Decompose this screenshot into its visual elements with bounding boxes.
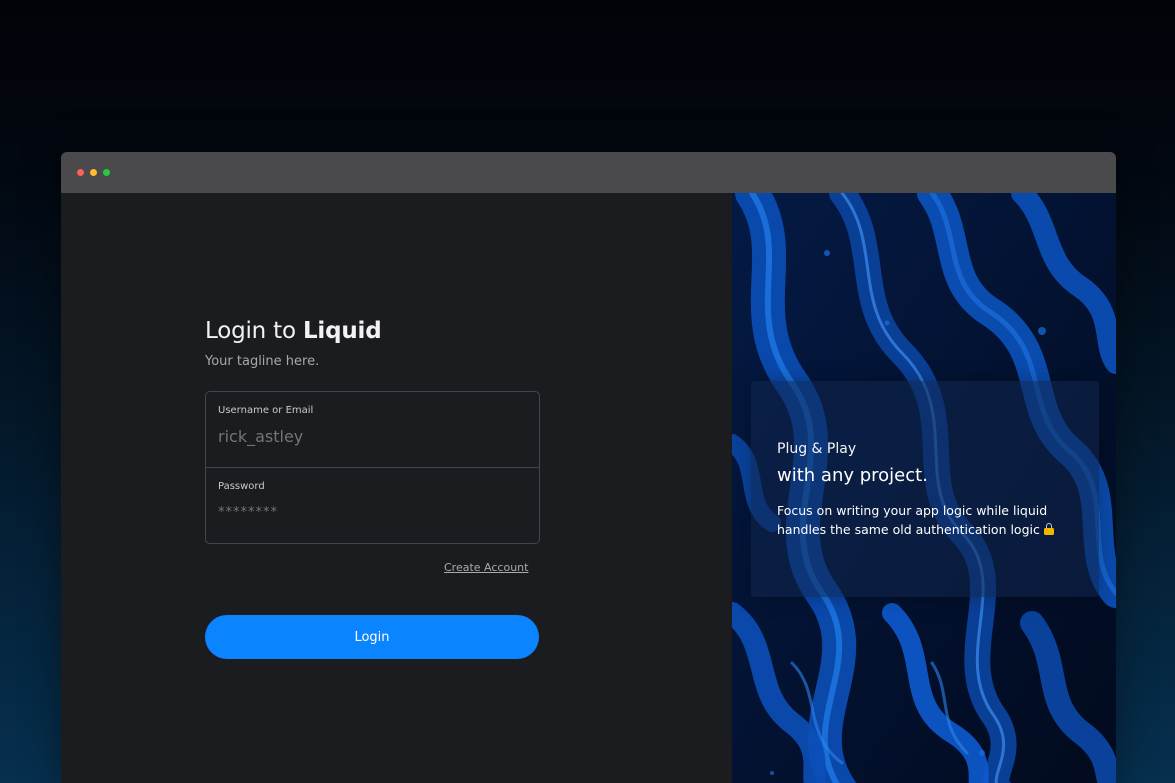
promo-description: Focus on writing your app logic while li…	[777, 501, 1077, 539]
close-window-button[interactable]	[77, 169, 84, 176]
maximize-window-button[interactable]	[103, 169, 110, 176]
promo-description-text: Focus on writing your app logic while li…	[777, 503, 1048, 537]
lock-icon	[1043, 523, 1054, 535]
promo-heading-small: Plug & Play	[777, 441, 857, 457]
login-heading: Login to Liquid	[205, 318, 382, 344]
tagline: Your tagline here.	[205, 354, 320, 369]
promo-card: Plug & Play with any project. Focus on w…	[751, 381, 1099, 597]
promo-panel: Plug & Play with any project. Focus on w…	[732, 193, 1116, 783]
minimize-window-button[interactable]	[90, 169, 97, 176]
login-form: Username or Email Password	[205, 391, 540, 544]
page-content: Login to Liquid Your tagline here. Usern…	[61, 193, 1116, 783]
login-button[interactable]: Login	[205, 615, 539, 659]
browser-window: Login to Liquid Your tagline here. Usern…	[61, 152, 1116, 783]
password-label: Password	[218, 481, 265, 492]
create-account-link[interactable]: Create Account	[444, 561, 528, 574]
username-field: Username or Email	[206, 392, 539, 468]
login-heading-prefix: Login to	[205, 318, 303, 344]
username-input[interactable]	[218, 424, 523, 448]
username-label: Username or Email	[218, 405, 314, 416]
brand-name: Liquid	[302, 318, 382, 344]
promo-heading-large: with any project.	[777, 465, 928, 486]
login-panel: Login to Liquid Your tagline here. Usern…	[61, 193, 732, 783]
password-input[interactable]	[218, 500, 523, 524]
window-titlebar	[61, 152, 1116, 193]
password-field: Password	[206, 468, 539, 543]
